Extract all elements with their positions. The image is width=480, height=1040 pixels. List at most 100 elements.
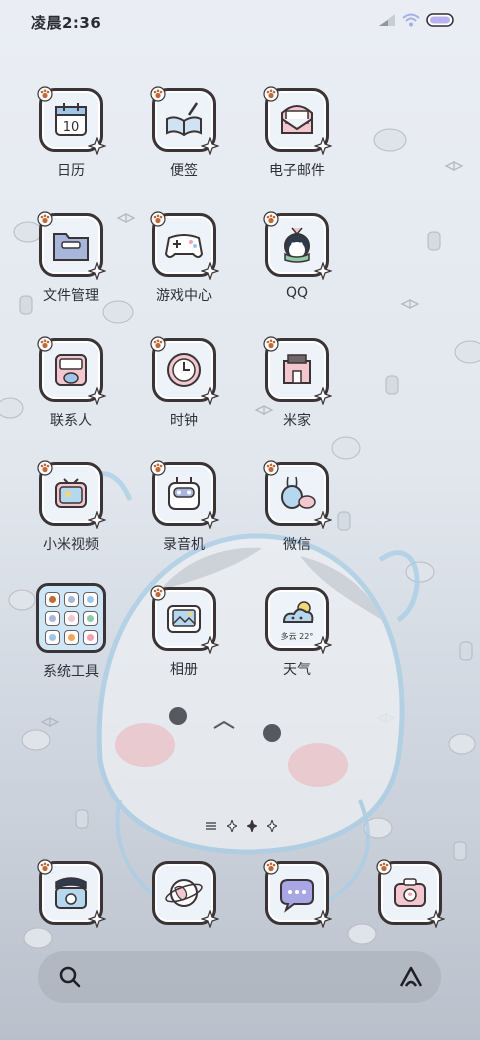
search-icon[interactable] [58,965,82,989]
app-calendar[interactable]: 10 日历 [26,86,116,180]
video-icon [55,478,87,508]
app-clock[interactable]: 时钟 [139,336,229,430]
file-manager-icon [53,233,89,261]
app-icon-frame[interactable] [37,211,106,280]
app-icon-frame[interactable]: 10 [37,86,106,155]
camera-icon [55,877,87,909]
folder-mini-app [83,592,98,607]
dock-app-browser[interactable] [139,861,229,928]
app-icon-frame[interactable] [37,859,106,928]
app-email[interactable]: 电子邮件 [252,86,342,180]
folder-mini-app [45,630,60,645]
app-recorder[interactable]: 录音机 [139,460,229,554]
app-icon-frame[interactable] [150,336,219,405]
page-indicator[interactable] [205,820,277,832]
app-mi-video[interactable]: 小米视频 [26,460,116,554]
app-notes[interactable]: 便签 [139,86,229,180]
app-icon-frame[interactable] [152,861,219,928]
app-icon-frame[interactable] [150,211,219,280]
recorder-icon [168,477,200,510]
app-icon-frame[interactable] [263,86,332,155]
sparkle-icon [314,636,332,654]
sparkle-icon [314,511,332,529]
page-dot-sparkle-icon [267,820,277,832]
wechat-icon [281,476,316,509]
app-weather[interactable]: 多云 22° 天气 [252,587,342,679]
app-label: 系统工具 [43,664,99,680]
assistant-icon[interactable] [397,964,425,990]
sparkle-icon [201,636,219,654]
app-label: 天气 [283,662,311,678]
app-label: 日历 [57,163,85,179]
clock-icon [167,353,201,387]
app-icon-frame[interactable] [150,86,219,155]
folder-mini-app [45,592,60,607]
sparkle-icon [88,910,106,928]
page-dot-sparkle-icon [247,820,257,832]
app-label: 时钟 [170,413,198,429]
app-icon-frame[interactable] [37,460,106,529]
app-icon-frame[interactable] [263,336,332,405]
app-file-manager[interactable]: 文件管理 [26,211,116,305]
wifi-icon [402,13,420,27]
app-label: 米家 [283,413,311,429]
folder-mini-app [83,611,98,626]
app-label: 相册 [170,662,198,678]
sparkle-icon [201,387,219,405]
app-label: QQ [285,285,309,301]
signal-icon [379,14,395,26]
app-icon-frame[interactable] [37,336,106,405]
app-icon-frame[interactable] [376,859,445,928]
app-icon-frame[interactable] [263,460,332,529]
app-label: 游戏中心 [156,288,212,304]
sparkle-icon [427,910,445,928]
app-label: 电子邮件 [269,163,325,179]
status-time: 凌晨2:36 [31,14,102,32]
sparkle-icon [314,910,332,928]
app-system-tools-folder[interactable]: 系统工具 [26,583,116,681]
camera-2-icon [394,878,426,907]
sparkle-icon [201,511,219,529]
app-wechat[interactable]: 微信 [252,460,342,554]
contacts-icon [55,354,87,386]
app-gallery[interactable]: 相册 [139,585,229,679]
app-mijia[interactable]: 米家 [252,336,342,430]
app-qq[interactable]: QQ [252,211,342,301]
sparkle-icon [88,511,106,529]
app-label: 小米视频 [43,537,99,553]
email-icon [281,105,313,134]
qq-icon [284,227,310,263]
app-icon-frame[interactable] [263,211,332,280]
folder-mini-app [45,611,60,626]
dock-app-camera-2[interactable] [365,859,455,928]
sparkle-icon [88,137,106,155]
calendar-icon: 10 [55,103,87,136]
sparkle-icon [88,262,106,280]
status-icons [378,13,454,27]
app-contacts[interactable]: 联系人 [26,336,116,430]
messages-icon [280,879,314,913]
app-label: 微信 [283,537,311,553]
notes-icon [166,102,202,137]
status-bar: 凌晨2:36 [0,0,480,44]
folder-icon[interactable] [36,583,106,653]
sparkle-icon [201,910,219,928]
page-dot-sparkle-icon [227,820,237,832]
folder-mini-app [64,630,79,645]
app-icon-frame[interactable]: 多云 22° [265,587,332,654]
battery-icon [426,13,454,27]
folder-mini-app [83,630,98,645]
sparkle-icon [314,262,332,280]
app-game-center[interactable]: 游戏中心 [139,211,229,305]
dock-app-camera[interactable] [26,859,116,928]
sparkle-icon [314,137,332,155]
app-icon-frame[interactable] [150,585,219,654]
game-center-icon [164,234,204,258]
app-icon-frame[interactable] [150,460,219,529]
sparkle-icon [88,387,106,405]
dock-app-messages[interactable] [252,859,342,928]
search-bar[interactable] [38,951,441,1003]
app-label: 便签 [170,163,198,179]
folder-mini-app [64,592,79,607]
app-icon-frame[interactable] [263,859,332,928]
